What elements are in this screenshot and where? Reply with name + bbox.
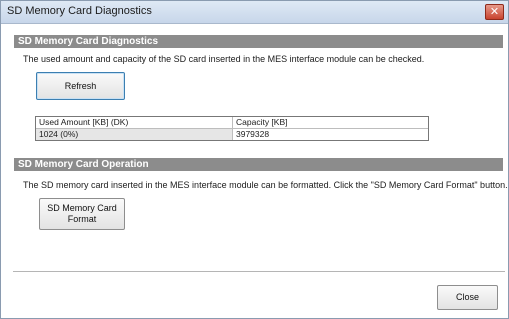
operation-section-header: SD Memory Card Operation [14,158,503,171]
format-sd-card-button[interactable]: SD Memory Card Format [39,198,125,230]
title-bar[interactable]: SD Memory Card Diagnostics ✕ [1,1,508,24]
header-capacity: Capacity [KB] [233,117,428,128]
dialog-window: SD Memory Card Diagnostics ✕ SD Memory C… [0,0,509,319]
header-used-amount: Used Amount [KB] (DK) [36,117,233,128]
cell-used-amount: 1024 (0%) [36,129,233,140]
footer-divider [13,271,505,272]
diagnostics-description: The used amount and capacity of the SD c… [23,54,425,64]
format-button-label-line2: Format [67,214,97,224]
table-header-row: Used Amount [KB] (DK) Capacity [KB] [36,117,428,128]
window-title: SD Memory Card Diagnostics [7,5,152,17]
refresh-button[interactable]: Refresh [36,72,125,100]
close-button[interactable]: Close [437,285,498,310]
cell-capacity: 3979328 [233,129,428,140]
format-button-label-line1: SD Memory Card [47,203,117,213]
sd-usage-table: Used Amount [KB] (DK) Capacity [KB] 1024… [35,116,429,141]
operation-description: The SD memory card inserted in the MES i… [23,180,508,190]
close-icon[interactable]: ✕ [485,4,504,20]
diagnostics-section-header: SD Memory Card Diagnostics [14,35,503,48]
table-row: 1024 (0%) 3979328 [36,128,428,140]
